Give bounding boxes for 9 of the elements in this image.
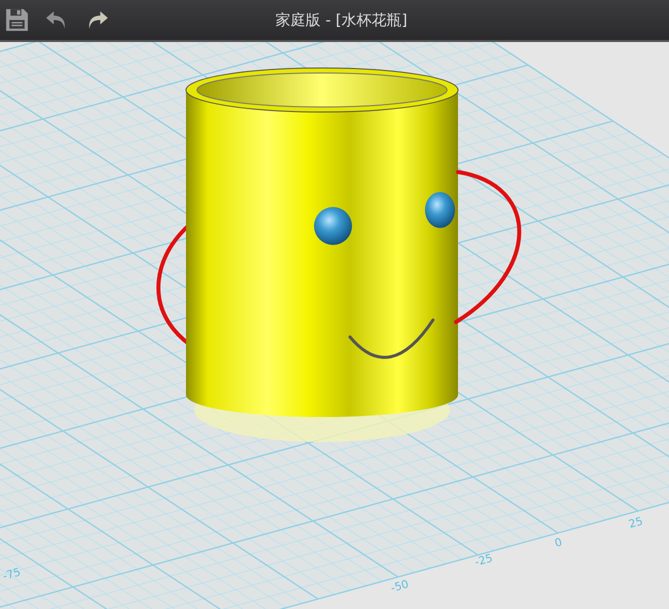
save-icon[interactable] bbox=[4, 7, 30, 33]
window-title: 家庭版 - [水杯花瓶] bbox=[274, 10, 408, 30]
axis-label: -75 bbox=[1, 565, 22, 583]
eye-drawing bbox=[425, 192, 455, 228]
axis-label: -50 bbox=[389, 577, 410, 595]
eye-drawing bbox=[314, 207, 352, 245]
axis-label: -25 bbox=[473, 551, 494, 569]
axis-label: 0 bbox=[553, 535, 564, 550]
axis-label: 25 bbox=[627, 514, 644, 531]
